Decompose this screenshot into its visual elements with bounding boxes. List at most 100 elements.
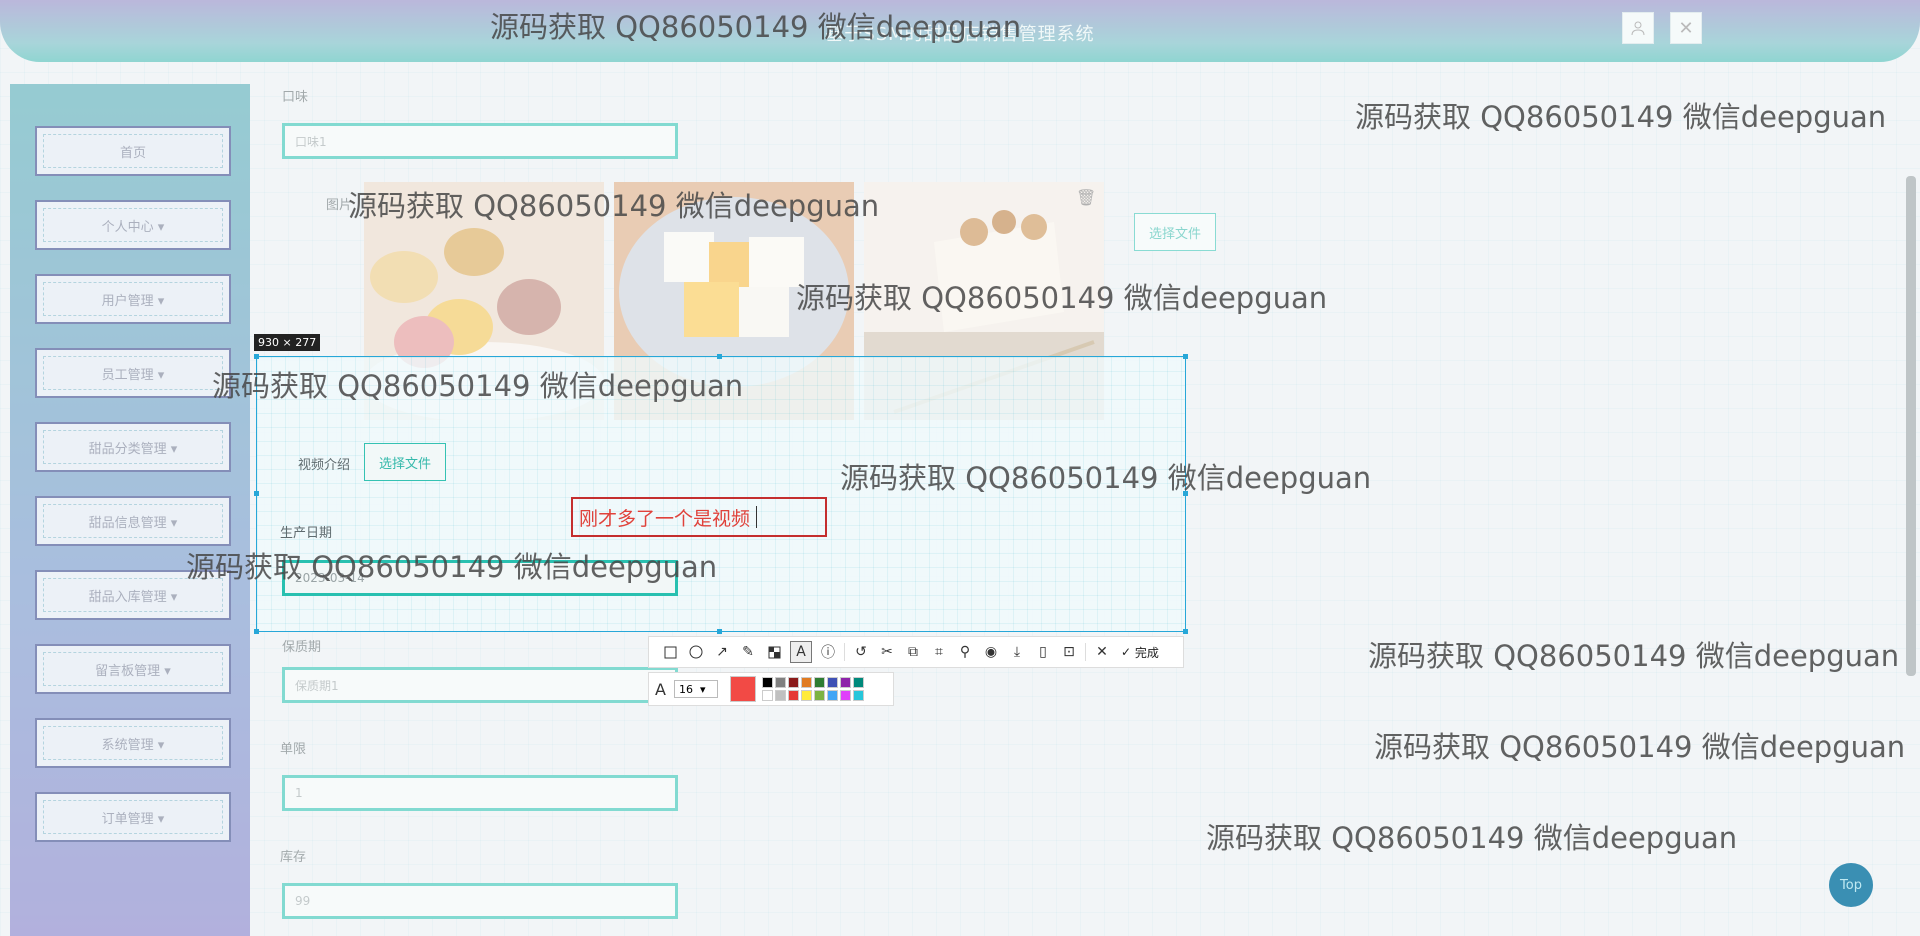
- shelf-life-input[interactable]: 保质期1: [282, 667, 678, 703]
- watermark-text: 源码获取 QQ86050149 微信deepguan: [840, 461, 1372, 495]
- color-swatch[interactable]: [813, 677, 825, 688]
- translate-icon[interactable]: ⧉: [900, 640, 926, 664]
- color-swatch[interactable]: [813, 690, 825, 701]
- color-swatch[interactable]: [774, 690, 786, 701]
- color-swatch[interactable]: [826, 690, 838, 701]
- color-swatch[interactable]: [787, 690, 799, 701]
- sidebar-item-orders[interactable]: 订单管理 ▾: [35, 792, 231, 842]
- video-choose-file-button[interactable]: 选择文件: [364, 443, 446, 481]
- undo-icon[interactable]: ↺: [848, 640, 874, 664]
- watermark-text: 源码获取 QQ86050149 微信deepguan: [348, 189, 880, 223]
- color-swatch[interactable]: [852, 677, 864, 688]
- sidebar-item-dessert-info[interactable]: 甜品信息管理 ▾: [35, 496, 231, 546]
- sidebar-item-message-board[interactable]: 留言板管理 ▾: [35, 644, 231, 694]
- font-icon: A: [655, 679, 666, 699]
- color-swatch[interactable]: [800, 690, 812, 701]
- toolbar-separator: [1085, 643, 1086, 661]
- info-icon[interactable]: ⓘ: [815, 640, 841, 664]
- sidebar-item-category-management[interactable]: 甜品分类管理 ▾: [35, 422, 231, 472]
- resize-handle[interactable]: [1183, 629, 1188, 634]
- annotation-text-box[interactable]: 刚才多了一个是视频: [571, 497, 827, 537]
- resize-handle[interactable]: [254, 491, 259, 496]
- resize-handle[interactable]: [1183, 354, 1188, 359]
- check-icon: ✓: [1121, 645, 1132, 659]
- font-size-select[interactable]: 16 ▾: [673, 680, 718, 698]
- sidebar-item-label: 用户管理 ▾: [101, 293, 165, 309]
- color-palette: [761, 677, 864, 701]
- bookmark-icon[interactable]: ⊡: [1056, 640, 1082, 664]
- back-to-top-button[interactable]: Top: [1829, 863, 1873, 907]
- close-icon[interactable]: ✕: [1670, 12, 1702, 44]
- color-swatch[interactable]: [761, 690, 773, 701]
- trash-icon[interactable]: 🗑: [1076, 188, 1096, 207]
- scrollbar[interactable]: [1906, 176, 1916, 676]
- sidebar-item-label: 留言板管理 ▾: [95, 663, 171, 679]
- watermark-text: 源码获取 QQ86050149 微信deepguan: [1374, 730, 1906, 764]
- cancel-icon[interactable]: ✕: [1089, 640, 1115, 664]
- scissors-icon[interactable]: ✂: [874, 640, 900, 664]
- color-swatch[interactable]: [800, 677, 812, 688]
- color-swatch[interactable]: [761, 677, 773, 688]
- selection-size-tag: 930 × 277: [254, 334, 321, 351]
- sidebar-item-label: 甜品信息管理 ▾: [88, 515, 178, 531]
- ellipse-icon[interactable]: [683, 640, 709, 664]
- done-button[interactable]: ✓ 完成: [1121, 644, 1159, 661]
- watermark-text: 源码获取 QQ86050149 微信deepguan: [490, 10, 1022, 44]
- record-icon[interactable]: ◉: [978, 640, 1004, 664]
- sidebar-item-label: 个人中心 ▾: [101, 219, 165, 235]
- sidebar-item-label: 甜品分类管理 ▾: [88, 441, 178, 457]
- watermark-text: 源码获取 QQ86050149 微信deepguan: [212, 369, 744, 403]
- sidebar-item-personal-center[interactable]: 个人中心 ▾: [35, 200, 231, 250]
- pencil-icon[interactable]: ✎: [735, 640, 761, 664]
- text-caret: [756, 506, 758, 528]
- mosaic-icon[interactable]: [761, 640, 787, 664]
- arrow-icon[interactable]: ↗: [709, 640, 735, 664]
- toolbar-separator: [844, 643, 845, 661]
- video-label: 视频介绍: [298, 458, 351, 473]
- sidebar-item-label: 首页: [119, 145, 146, 161]
- watermark-text: 源码获取 QQ86050149 微信deepguan: [796, 281, 1328, 315]
- color-swatch[interactable]: [826, 677, 838, 688]
- sidebar-item-label: 订单管理 ▾: [101, 811, 165, 827]
- phone-icon[interactable]: ▯: [1030, 640, 1056, 664]
- rectangle-icon[interactable]: [657, 640, 683, 664]
- text-tool-icon[interactable]: A: [790, 641, 812, 663]
- done-label: 完成: [1134, 645, 1159, 660]
- resize-handle[interactable]: [717, 629, 722, 634]
- sidebar-item-staff-management[interactable]: 员工管理 ▾: [35, 348, 231, 398]
- stock-input[interactable]: 99: [282, 883, 678, 919]
- color-swatch[interactable]: [852, 690, 864, 701]
- sidebar-item-label: 系统管理 ▾: [101, 737, 165, 753]
- screenshot-toolbar: ↗ ✎ A ⓘ ↺ ✂ ⧉ ⌗ ⚲ ◉ ⤓ ▯ ⊡ ✕ ✓ 完成: [648, 636, 1184, 668]
- download-icon[interactable]: ⤓: [1004, 640, 1030, 664]
- stock-label: 库存: [280, 850, 307, 865]
- limit-input[interactable]: 1: [282, 775, 678, 811]
- color-swatch[interactable]: [787, 677, 799, 688]
- scan-icon[interactable]: ⌗: [926, 640, 952, 664]
- sidebar-item-user-management[interactable]: 用户管理 ▾: [35, 274, 231, 324]
- resize-handle[interactable]: [254, 354, 259, 359]
- limit-label: 单限: [280, 742, 307, 757]
- resize-handle[interactable]: [717, 354, 722, 359]
- pin-icon[interactable]: ⚲: [952, 640, 978, 664]
- text-style-toolbar: A 16 ▾: [648, 672, 894, 706]
- font-size-value: 16: [678, 682, 693, 696]
- sidebar-item-system[interactable]: 系统管理 ▾: [35, 718, 231, 768]
- current-color-swatch[interactable]: [729, 676, 756, 702]
- taste-label: 口味: [282, 90, 309, 105]
- image-choose-file-button[interactable]: 选择文件: [1134, 213, 1216, 251]
- shelf-life-label: 保质期: [282, 640, 322, 655]
- sidebar: 首页 个人中心 ▾ 用户管理 ▾ 员工管理 ▾ 甜品分类管理 ▾ 甜品信息管理 …: [10, 84, 250, 936]
- taste-input[interactable]: 口味1: [282, 123, 678, 159]
- user-icon[interactable]: [1622, 12, 1654, 44]
- resize-handle[interactable]: [254, 629, 259, 634]
- color-swatch[interactable]: [839, 690, 851, 701]
- watermark-text: 源码获取 QQ86050149 微信deepguan: [186, 550, 718, 584]
- sidebar-item-home[interactable]: 首页: [35, 126, 231, 176]
- production-date-label: 生产日期: [280, 526, 333, 541]
- watermark-text: 源码获取 QQ86050149 微信deepguan: [1355, 100, 1887, 134]
- color-swatch[interactable]: [839, 677, 851, 688]
- annotation-text: 刚才多了一个是视频: [579, 507, 751, 530]
- sidebar-item-label: 甜品入库管理 ▾: [88, 589, 178, 605]
- color-swatch[interactable]: [774, 677, 786, 688]
